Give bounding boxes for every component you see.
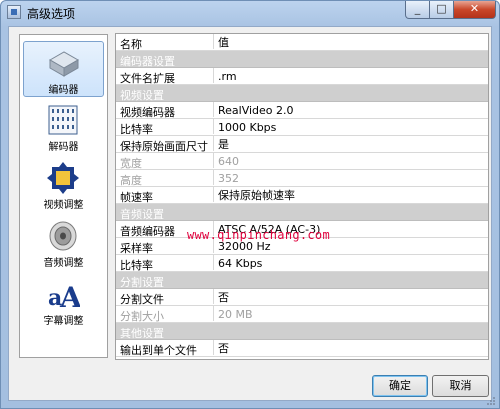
section-title: 分割设置 bbox=[120, 276, 164, 289]
section-title: 编码器设置 bbox=[120, 55, 175, 68]
section-header: 编码器设置 bbox=[116, 51, 488, 68]
property-row[interactable]: 宽度 640 bbox=[116, 153, 488, 170]
property-name: 输出到单个文件 bbox=[120, 344, 197, 357]
property-name: 分割文件 bbox=[120, 293, 164, 306]
advanced-options-window: 高级选项 _ □ ✕ 编码器 解码器 视频调整 音频调整 a A 字幕调整 名称… bbox=[0, 0, 500, 409]
minimize-icon: _ bbox=[414, 2, 421, 15]
window-title: 高级选项 bbox=[27, 7, 76, 21]
section-header: 音频设置 bbox=[116, 204, 488, 221]
property-row[interactable]: 帧速率 保持原始帧速率 bbox=[116, 187, 488, 204]
property-grid-header: 名称 值 bbox=[116, 34, 488, 51]
property-name: 帧速率 bbox=[120, 191, 153, 204]
property-row[interactable]: 比特率 64 Kbps bbox=[116, 255, 488, 272]
header-value: 值 bbox=[213, 34, 488, 49]
section-title: 其他设置 bbox=[120, 327, 164, 340]
ok-button[interactable]: 确定 bbox=[372, 375, 428, 397]
property-name: 比特率 bbox=[120, 259, 153, 272]
sidebar-item-label: 字幕调整 bbox=[43, 316, 84, 327]
header-name: 名称 bbox=[120, 38, 142, 51]
sidebar-item-subtitle-adjust[interactable]: a A 字幕调整 bbox=[23, 273, 104, 329]
property-value[interactable]: 1000 Kbps bbox=[213, 119, 488, 134]
property-name: 采样率 bbox=[120, 242, 153, 255]
sidebar-item-encoder[interactable]: 编码器 bbox=[23, 41, 104, 97]
close-button[interactable]: ✕ bbox=[453, 1, 496, 19]
property-row[interactable]: 比特率 1000 Kbps bbox=[116, 119, 488, 136]
property-name: 视频编码器 bbox=[120, 106, 175, 119]
sidebar-item-label: 解码器 bbox=[48, 142, 79, 153]
property-name: 保持原始画面尺寸 bbox=[120, 140, 208, 153]
property-row[interactable]: 文件名扩展 .rm bbox=[116, 68, 488, 85]
property-row[interactable]: 分割大小 20 MB bbox=[116, 306, 488, 323]
property-row[interactable]: 视频编码器 RealVideo 2.0 bbox=[116, 102, 488, 119]
sidebar-item-decoder[interactable]: 解码器 bbox=[23, 99, 104, 155]
video-adjust-icon bbox=[47, 162, 79, 194]
property-value[interactable]: .rm bbox=[213, 68, 488, 83]
sidebar-item-audio-adjust[interactable]: 音频调整 bbox=[23, 215, 104, 271]
encoder-icon bbox=[48, 51, 80, 77]
property-value: 20 MB bbox=[213, 306, 488, 321]
property-value[interactable]: 否 bbox=[213, 340, 488, 355]
property-value: 352 bbox=[213, 170, 488, 185]
decoder-icon bbox=[48, 105, 78, 135]
sidebar-item-label: 音频调整 bbox=[43, 258, 84, 269]
property-name: 宽度 bbox=[120, 157, 142, 170]
property-row[interactable]: 分割文件 否 bbox=[116, 289, 488, 306]
cancel-button[interactable]: 取消 bbox=[432, 375, 489, 397]
maximize-icon: □ bbox=[436, 2, 447, 15]
property-name: 高度 bbox=[120, 174, 142, 187]
property-row[interactable]: 输出到单个文件 否 bbox=[116, 340, 488, 357]
property-grid: 名称 值 编码器设置文件名扩展 .rm 视频设置视频编码器 RealVideo 2.0… bbox=[115, 33, 489, 360]
section-title: 音频设置 bbox=[120, 208, 164, 221]
title-bar[interactable]: 高级选项 _ □ ✕ bbox=[1, 1, 499, 23]
category-sidebar: 编码器 解码器 视频调整 音频调整 a A 字幕调整 bbox=[19, 34, 108, 358]
property-value[interactable]: 是 bbox=[213, 136, 488, 151]
property-value: 640 bbox=[213, 153, 488, 168]
section-header: 其他设置 bbox=[116, 323, 488, 340]
property-value[interactable]: RealVideo 2.0 bbox=[213, 102, 488, 117]
minimize-button[interactable]: _ bbox=[405, 1, 430, 19]
property-name: 文件名扩展 bbox=[120, 72, 175, 85]
property-value[interactable]: 64 Kbps bbox=[213, 255, 488, 270]
resize-grip-icon[interactable] bbox=[486, 396, 496, 406]
close-icon: ✕ bbox=[469, 2, 480, 15]
watermark-text: www.qinpinchang.com bbox=[187, 228, 330, 242]
dialog-body: 编码器 解码器 视频调整 音频调整 a A 字幕调整 名称 值 编码器设置 文件… bbox=[8, 26, 492, 401]
section-header: 视频设置 bbox=[116, 85, 488, 102]
property-name: 比特率 bbox=[120, 123, 153, 136]
subtitle-adjust-icon: a A bbox=[48, 281, 80, 311]
section-header: 分割设置 bbox=[116, 272, 488, 289]
svg-text:A: A bbox=[59, 281, 80, 311]
property-row[interactable]: 高度 352 bbox=[116, 170, 488, 187]
property-value[interactable]: 保持原始帧速率 bbox=[213, 187, 488, 202]
property-value[interactable]: 否 bbox=[213, 289, 488, 304]
sidebar-item-label: 编码器 bbox=[48, 85, 79, 96]
app-icon bbox=[7, 5, 21, 19]
property-row[interactable]: 保持原始画面尺寸是 bbox=[116, 136, 488, 153]
sidebar-item-video-adjust[interactable]: 视频调整 bbox=[23, 157, 104, 213]
sidebar-item-label: 视频调整 bbox=[43, 200, 84, 211]
audio-adjust-icon bbox=[49, 221, 77, 251]
property-name: 分割大小 bbox=[120, 310, 164, 323]
section-title: 视频设置 bbox=[120, 89, 164, 102]
maximize-button[interactable]: □ bbox=[429, 1, 454, 19]
